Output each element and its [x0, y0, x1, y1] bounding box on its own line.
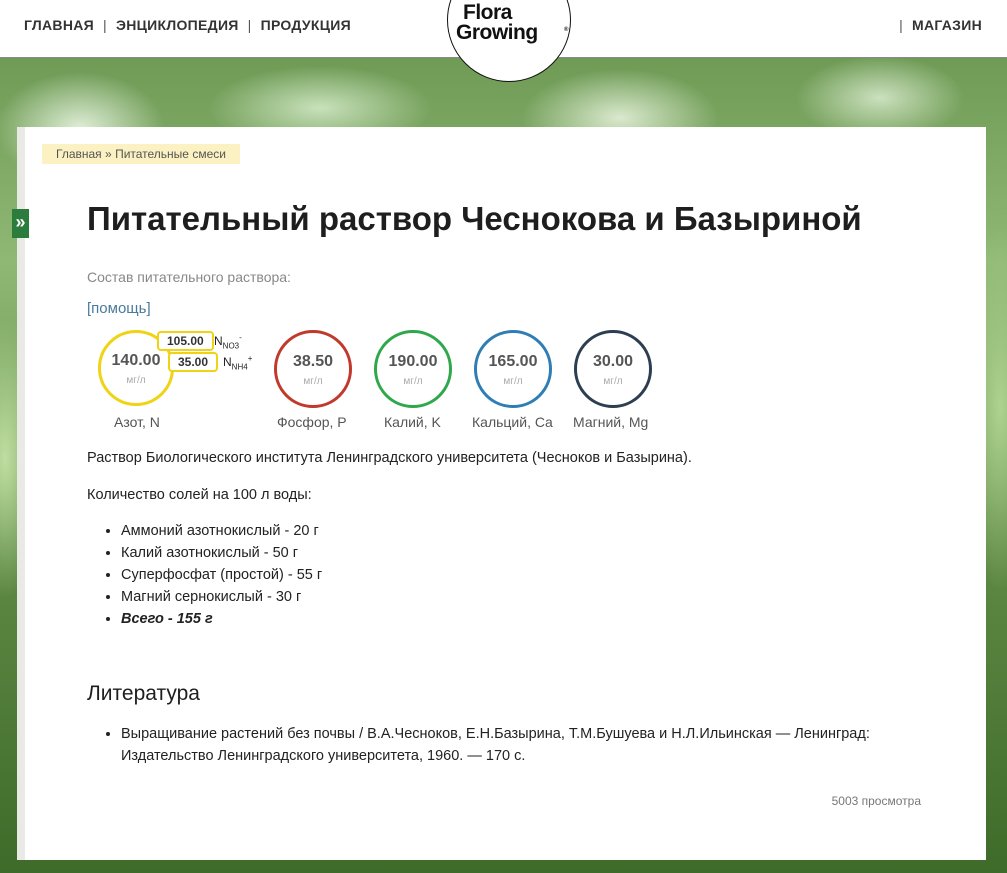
- solution-description: Раствор Биологического института Ленингр…: [87, 450, 692, 466]
- nutrient-ring: 165.00 мг/л: [474, 330, 552, 408]
- nav-separator: |: [899, 17, 904, 33]
- nutrient-value: 190.00: [388, 353, 438, 370]
- nutrient-value: 38.50: [292, 353, 334, 370]
- ammonium-sub: NH: [231, 362, 244, 372]
- nutrient-ring: 30.00 мг/л: [574, 330, 652, 408]
- nav-products[interactable]: ПРОДУКЦИЯ: [261, 17, 351, 33]
- logo-line-1: Flora: [463, 1, 512, 24]
- breadcrumb-current[interactable]: Питательные смеси: [115, 147, 226, 161]
- nav-separator: |: [103, 17, 107, 33]
- nutrient-calcium: 165.00 мг/л: [474, 330, 552, 408]
- view-count: 5003 просмотра: [831, 794, 921, 808]
- nutrient-label: Калий, K: [384, 414, 441, 430]
- literature-list: Выращивание растений без почвы / В.А.Чес…: [87, 723, 951, 767]
- salts-total: Всего - 155 г: [121, 608, 322, 630]
- sidebar-toggle-button[interactable]: »: [12, 209, 29, 238]
- nutrient-unit: мг/л: [303, 376, 323, 387]
- breadcrumb: Главная » Питательные смеси: [42, 144, 240, 164]
- main-nav: ГЛАВНАЯ | ЭНЦИКЛОПЕДИЯ | ПРОДУКЦИЯ: [24, 17, 351, 33]
- nutrient-value: 140.00: [111, 352, 161, 369]
- nutrient-label: Магний, Mg: [573, 414, 649, 430]
- list-item: Суперфосфат (простой) - 55 г: [121, 564, 322, 586]
- nav-separator: |: [247, 17, 252, 33]
- breadcrumb-home[interactable]: Главная: [56, 147, 102, 161]
- nutrient-magnesium: 30.00 мг/л: [574, 330, 652, 408]
- nutrient-unit: мг/л: [603, 376, 623, 387]
- nutrient-unit: мг/л: [126, 375, 146, 386]
- ammonium-sub-index: 4: [243, 362, 248, 372]
- list-item: Калий азотнокислый - 50 г: [121, 542, 322, 564]
- nitrate-symbol: N: [214, 334, 223, 348]
- nitrate-sub-index: 3: [234, 341, 240, 351]
- nutrient-unit: мг/л: [403, 376, 423, 387]
- logo-line-2: Growing: [456, 21, 538, 44]
- nitrate-sub: NO: [222, 341, 235, 351]
- nutrient-label: Кальций, Ca: [472, 414, 553, 430]
- nav-shop[interactable]: МАГАЗИН: [912, 17, 982, 33]
- breadcrumb-separator: »: [105, 147, 112, 161]
- composition-label: Состав питательного раствора:: [87, 269, 291, 285]
- page-title: Питательный раствор Чеснокова и Базырино…: [87, 200, 862, 237]
- registered-mark: ®: [564, 27, 568, 33]
- nutrient-potassium: 190.00 мг/л: [374, 330, 452, 408]
- ammonium-label: NNH4+: [223, 354, 252, 371]
- nutrient-phosphorus: 38.50 мг/л: [274, 330, 352, 408]
- salts-list: Аммоний азотнокислый - 20 г Калий азотно…: [87, 520, 322, 630]
- nitrate-value-badge: 105.00: [157, 331, 214, 351]
- list-item: Магний сернокислый - 30 г: [121, 586, 322, 608]
- nav-encyclopedia[interactable]: ЭНЦИКЛОПЕДИЯ: [116, 17, 239, 33]
- ammonium-value-badge: 35.00: [168, 352, 219, 372]
- nutrient-unit: мг/л: [503, 376, 523, 387]
- list-item: Аммоний азотнокислый - 20 г: [121, 520, 322, 542]
- nav-home[interactable]: ГЛАВНАЯ: [24, 17, 94, 33]
- nutrient-value: 30.00: [592, 353, 634, 370]
- nitrate-charge: -: [239, 333, 242, 342]
- help-link[interactable]: [помощь]: [87, 300, 151, 317]
- nutrient-label: Фосфор, P: [277, 414, 347, 430]
- shop-nav: | МАГАЗИН: [890, 17, 982, 33]
- ammonium-charge: +: [247, 354, 253, 363]
- nutrient-label: Азот, N: [114, 414, 160, 430]
- salts-heading: Количество солей на 100 л воды:: [87, 487, 312, 503]
- nutrient-ring: 38.50 мг/л: [274, 330, 352, 408]
- list-item: Выращивание растений без почвы / В.А.Чес…: [121, 723, 951, 767]
- nitrate-label: NNO3-: [214, 333, 242, 350]
- nutrient-ring: 190.00 мг/л: [374, 330, 452, 408]
- logo-text[interactable]: Flora Growing ®: [456, 1, 568, 44]
- ammonium-symbol: N: [223, 355, 232, 369]
- literature-heading: Литература: [87, 682, 200, 705]
- nutrient-value: 165.00: [488, 353, 538, 370]
